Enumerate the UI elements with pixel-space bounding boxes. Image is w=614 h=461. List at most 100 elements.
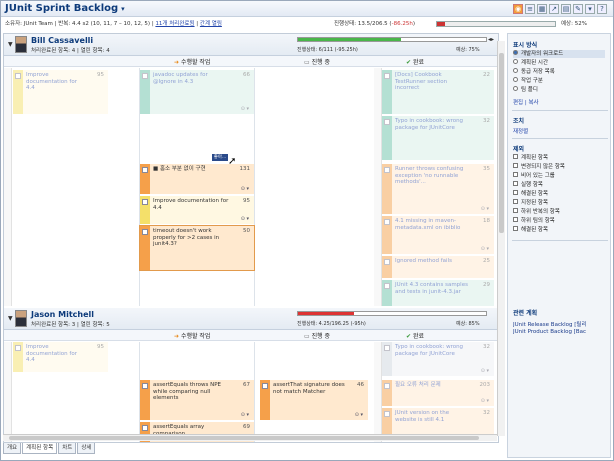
list-icon[interactable]: ≡: [525, 4, 535, 14]
scroll-thumb[interactable]: [499, 53, 504, 233]
column-todo[interactable]: 수행할 작업: [174, 331, 211, 340]
display-option-3[interactable]: 작업 구분: [513, 77, 605, 85]
related-plan-link[interactable]: JUnit Release Backlog [릴리: [513, 320, 611, 328]
card-title[interactable]: 4.1 missing in maven-metadata.xml on ibi…: [395, 218, 472, 231]
filter-option-2[interactable]: 비어 있는 그룹: [513, 172, 605, 180]
collapsed-column[interactable]: [374, 68, 382, 306]
card-title[interactable]: Improve documentation for 4.4: [26, 72, 86, 92]
card-toggle-icon[interactable]: ⊙ ▾: [481, 398, 489, 405]
edit-copy-links[interactable]: 편집 | 복사: [513, 98, 539, 106]
lane-header-jason[interactable]: ▼ Jason Mitchell 처리완료된 항목: 3 | 열린 항목: 5 …: [4, 308, 498, 330]
filter-option-4[interactable]: 해결된 항목: [513, 190, 605, 198]
card-title[interactable]: Typo in cookbook: wrong package for JUni…: [395, 118, 472, 131]
rss-icon[interactable]: ◉: [513, 4, 523, 14]
radio-icon[interactable]: [513, 59, 518, 64]
card-title[interactable]: JUnit 4.3 contains samples and tests in …: [395, 282, 472, 295]
collapsed-column[interactable]: [374, 342, 382, 442]
display-option-4[interactable]: 팀 플디: [513, 86, 605, 94]
horizontal-scrollbar[interactable]: [3, 434, 497, 441]
open-items-link[interactable]: 간계 열림: [200, 21, 222, 27]
tab-overview[interactable]: 개요: [3, 443, 22, 454]
vertical-scrollbar[interactable]: [497, 41, 505, 436]
collapse-icon[interactable]: ▼: [8, 315, 13, 322]
work-item-card[interactable]: [Docs] Cookbook TestRunner section incor…: [382, 70, 494, 114]
filter-option-7[interactable]: 하위 팀의 항목: [513, 217, 605, 225]
radio-icon[interactable]: [513, 50, 518, 55]
card-title[interactable]: javadoc updates for @Ignore in 4.3: [153, 72, 232, 85]
card-toggle-icon[interactable]: ⊙ ▾: [241, 186, 249, 193]
work-item-card[interactable]: Typo in cookbook: wrong package for JUni…: [382, 116, 494, 160]
page-title[interactable]: JUnit Sprint Backlog ▾: [5, 3, 125, 14]
filter-option-1[interactable]: 변경되지 않은 항목: [513, 163, 605, 171]
card-toggle-icon[interactable]: ⊙ ▾: [241, 216, 249, 223]
work-item-card[interactable]: Ignored method fails 25: [382, 256, 494, 278]
card-title[interactable]: assertThat signature does not match Matc…: [273, 382, 346, 395]
scroll-thumb[interactable]: [9, 436, 479, 440]
checkbox-icon[interactable]: [513, 208, 518, 213]
card-title[interactable]: ■ 홈소 부분 없이 구현: [153, 166, 232, 173]
card-title[interactable]: Improve documentation for 4.4: [26, 344, 86, 364]
column-in-progress[interactable]: 진행 중: [304, 331, 330, 340]
work-item-card[interactable]: assertThat signature does not match Matc…: [260, 380, 368, 420]
card-toggle-icon[interactable]: ⊙ ▾: [241, 412, 249, 419]
radio-icon[interactable]: [513, 68, 518, 73]
work-item-card[interactable]: Runner throws confusing exception 'no ru…: [382, 164, 494, 214]
card-toggle-icon[interactable]: ⊙ ▾: [355, 412, 363, 419]
closed-items-link[interactable]: 11개 처리완료됨: [155, 21, 194, 27]
work-item-card[interactable]: Improve documentation for 4.4 95: [13, 70, 108, 114]
column-in-progress[interactable]: 진행 중: [304, 57, 330, 66]
work-item-card[interactable]: Improve documentation for 4.4 95 ⊙ ▾: [140, 196, 254, 224]
filter-icon[interactable]: ▾: [585, 4, 595, 14]
checkbox-icon[interactable]: [513, 154, 518, 159]
filter-option-3[interactable]: 실행 항목: [513, 181, 605, 189]
collapsed-column[interactable]: [4, 342, 12, 442]
collapse-icon[interactable]: ▼: [8, 41, 13, 48]
tab-charts[interactable]: 차트: [58, 443, 77, 454]
tab-details[interactable]: 상세: [77, 443, 96, 454]
work-item-card[interactable]: 4.1 missing in maven-metadata.xml on ibi…: [382, 216, 494, 254]
filter-option-8[interactable]: 해결된 항목: [513, 226, 605, 234]
column-todo[interactable]: 수행할 작업: [174, 57, 211, 66]
work-item-card[interactable]: Typo in cookbook: wrong package for JUni…: [382, 342, 494, 376]
collapsed-column[interactable]: [4, 68, 12, 306]
card-title[interactable]: Ignored method fails: [395, 258, 472, 265]
checkbox-icon[interactable]: [513, 181, 518, 186]
chart-icon[interactable]: ↗: [549, 4, 559, 14]
help-icon[interactable]: ?: [597, 4, 607, 14]
filter-option-0[interactable]: 계획된 항목: [513, 154, 605, 162]
card-toggle-icon[interactable]: ⊙ ▾: [481, 246, 489, 253]
work-item-card[interactable]: ■ 홈소 부분 없이 구현 131 ⊙ ▾: [140, 164, 254, 194]
card-toggle-icon[interactable]: ⊙ ▾: [481, 206, 489, 213]
work-item-card[interactable]: 필요 오류 처리 문제 203 ⊙ ▾: [382, 380, 494, 406]
display-option-2[interactable]: 동급 저장 목록: [513, 68, 605, 76]
card-title[interactable]: Improve documentation for 4.4: [153, 198, 232, 211]
tab-planned-items[interactable]: 계획된 항목: [22, 443, 58, 454]
radio-icon[interactable]: [513, 86, 518, 91]
grid-icon[interactable]: ▦: [537, 4, 547, 14]
lane-header-bill[interactable]: ▼ Bill Cassavelli 처리완료된 항목: 4 | 열린 항목: 4…: [4, 34, 498, 56]
card-title[interactable]: assertEquals throws NPE while comparing …: [153, 382, 232, 402]
display-option-1[interactable]: 계획된 시간: [513, 59, 605, 67]
edit-popup-button[interactable]: 좋아...: [212, 154, 228, 161]
work-item-card[interactable]: JUnit 4.3 contains samples and tests in …: [382, 280, 494, 306]
card-toggle-icon[interactable]: ⊙ ▾: [481, 368, 489, 375]
card-title[interactable]: 필요 오류 처리 문제: [395, 382, 472, 389]
checkbox-icon[interactable]: [513, 217, 518, 222]
column-done[interactable]: 완료: [406, 331, 424, 340]
lane-nav-icon[interactable]: ◂▸: [488, 36, 494, 43]
work-item-card[interactable]: Improve documentation for 4.4 95: [13, 342, 108, 372]
display-option-0[interactable]: 개발자의 워크로드: [513, 50, 605, 58]
reorder-link[interactable]: 재정렬: [513, 127, 528, 135]
card-title[interactable]: Runner throws confusing exception 'no ru…: [395, 166, 472, 186]
work-item-card[interactable]: assertEquals throws NPE while comparing …: [140, 380, 254, 420]
title-dropdown-icon[interactable]: ▾: [121, 5, 125, 13]
related-plan-link[interactable]: JUnit Product Backlog [Bac: [513, 329, 611, 335]
filter-option-5[interactable]: 지정된 항목: [513, 199, 605, 207]
checkbox-icon[interactable]: [513, 163, 518, 168]
checkbox-icon[interactable]: [513, 199, 518, 204]
radio-icon[interactable]: [513, 77, 518, 82]
checkbox-icon[interactable]: [513, 172, 518, 177]
card-toggle-icon[interactable]: ⊙ ▾: [241, 106, 249, 113]
column-done[interactable]: 완료: [406, 57, 424, 66]
checkbox-icon[interactable]: [513, 226, 518, 231]
